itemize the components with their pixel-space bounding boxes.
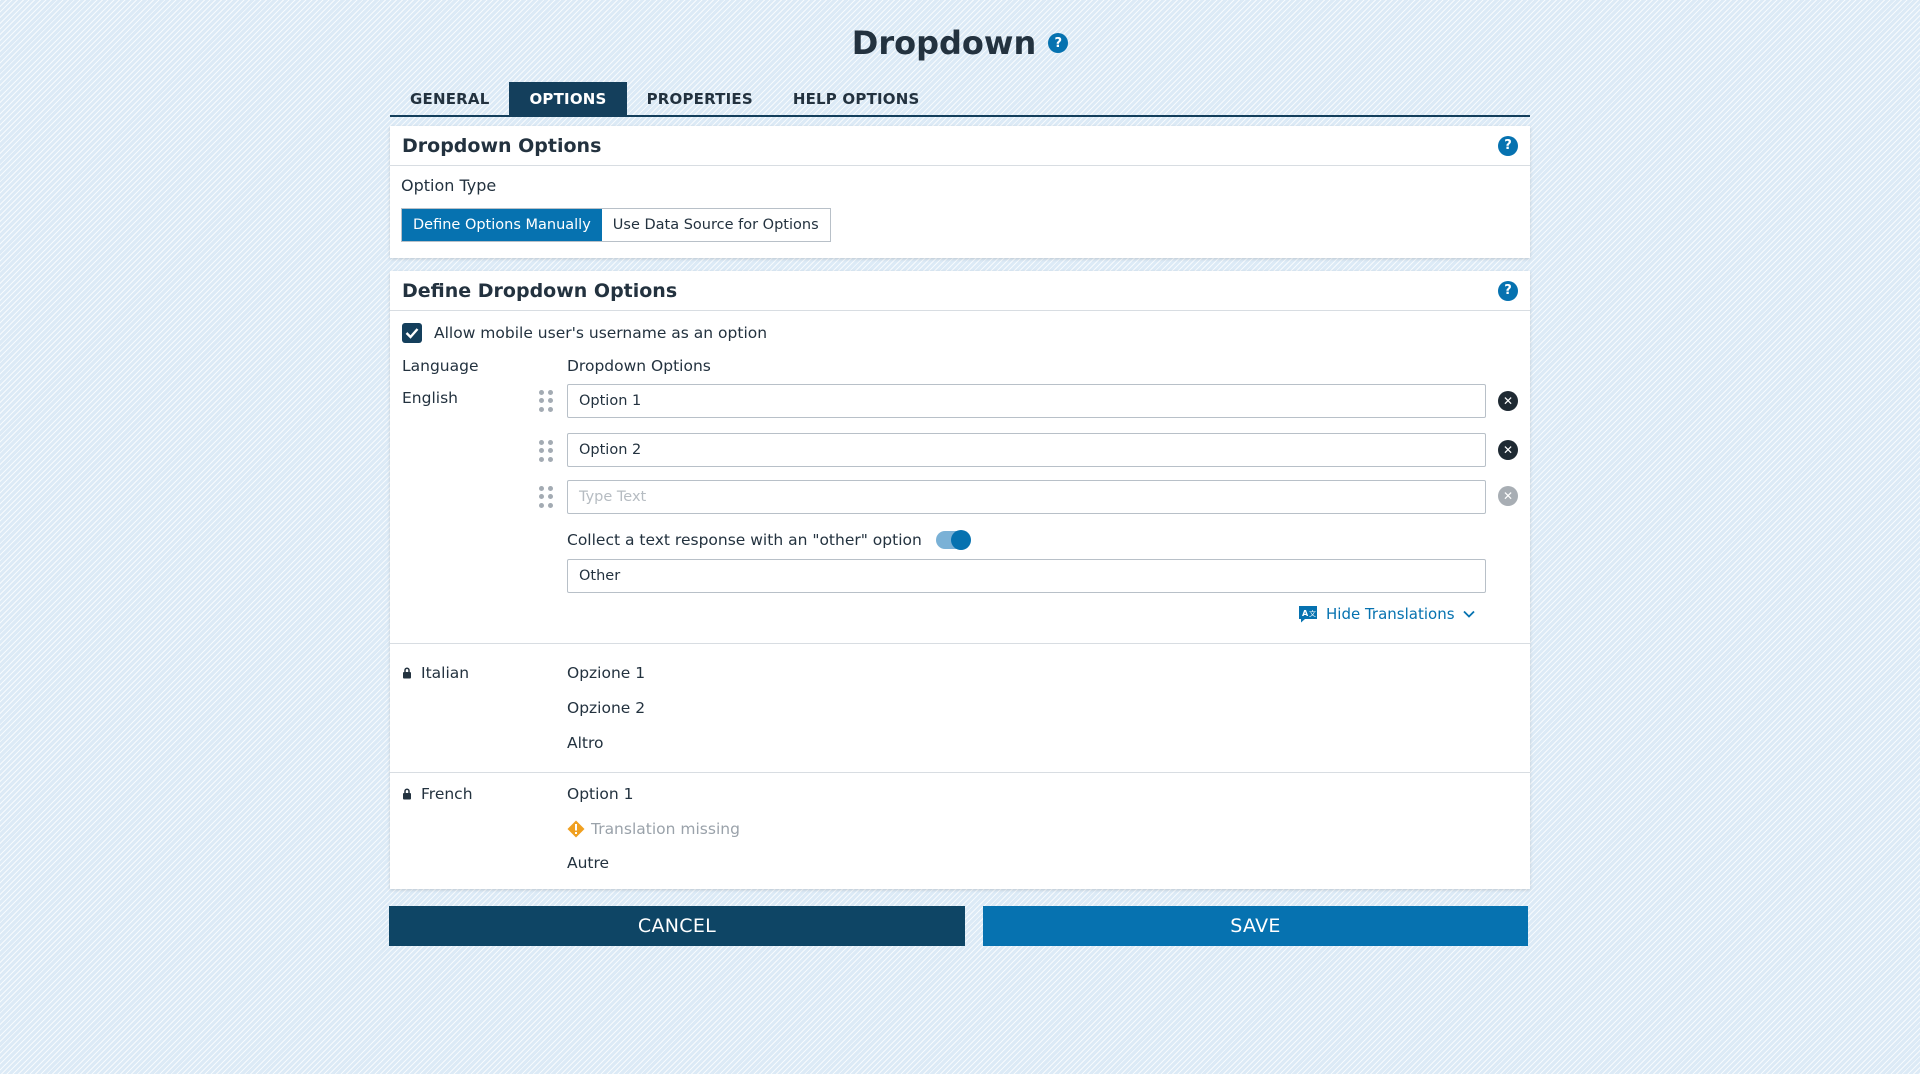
italian-label: Italian (421, 664, 470, 682)
close-icon[interactable]: ✕ (1498, 440, 1518, 460)
cancel-button[interactable]: CANCEL (389, 906, 965, 946)
translate-icon: A文 (1299, 606, 1317, 623)
help-icon[interactable]: ? (1048, 33, 1069, 53)
drag-handle-icon[interactable] (539, 486, 553, 508)
other-option-row: Collect a text response with an "other" … (567, 530, 971, 550)
language-header: Language (402, 357, 479, 375)
other-toggle-label: Collect a text response with an "other" … (567, 531, 922, 549)
card-header: Define Dropdown Options ? (390, 271, 1530, 311)
italian-option-other: Altro (567, 734, 604, 752)
data-source-button[interactable]: Use Data Source for Options (601, 209, 830, 241)
page-title: Dropdown (851, 24, 1037, 62)
save-button[interactable]: SAVE (983, 906, 1528, 946)
other-option-input[interactable]: Other (567, 559, 1486, 593)
close-icon: ✕ (1498, 486, 1518, 506)
language-english: English (402, 389, 458, 407)
french-translation-missing: Translation missing (567, 820, 740, 838)
other-toggle[interactable] (935, 530, 971, 550)
drag-handle-icon[interactable] (539, 440, 553, 462)
chevron-down-icon (1462, 610, 1475, 618)
tab-bar: GENERAL OPTIONS PROPERTIES HELP OPTIONS (390, 82, 1530, 117)
svg-text:文: 文 (1309, 609, 1316, 618)
translation-missing-label: Translation missing (591, 820, 740, 838)
title-row: Dropdown ? (0, 24, 1920, 62)
option-type-selector: Define Options Manually Use Data Source … (401, 208, 831, 242)
drag-handle-icon[interactable] (539, 390, 553, 412)
french-option-1: Option 1 (567, 785, 634, 803)
language-italian: Italian (402, 664, 469, 682)
divider (390, 772, 1530, 773)
divider (390, 643, 1530, 644)
option-1-input[interactable]: Option 1 (567, 384, 1486, 418)
check-icon (405, 328, 419, 339)
define-manually-button[interactable]: Define Options Manually (402, 209, 602, 241)
options-header: Dropdown Options (567, 357, 711, 375)
italian-option-1: Opzione 1 (567, 664, 646, 682)
help-icon[interactable]: ? (1498, 135, 1518, 156)
card-header: Dropdown Options ? (390, 126, 1530, 166)
tab-general[interactable]: GENERAL (390, 82, 509, 115)
tab-options[interactable]: OPTIONS (509, 82, 627, 115)
close-icon[interactable]: ✕ (1498, 391, 1518, 411)
allow-username-row: Allow mobile user's username as an optio… (402, 323, 767, 343)
french-option-other: Autre (567, 854, 610, 872)
allow-username-checkbox[interactable] (402, 323, 422, 343)
hide-translations-label: Hide Translations (1326, 605, 1455, 623)
lock-icon (403, 788, 411, 800)
svg-text:A: A (1302, 609, 1309, 618)
toggle-knob (950, 530, 971, 550)
card-title: Dropdown Options (402, 134, 602, 157)
option-2-input[interactable]: Option 2 (567, 433, 1486, 467)
page: Dropdown ? GENERAL OPTIONS PROPERTIES HE… (0, 0, 1920, 1074)
new-option-input[interactable]: Type Text (567, 480, 1486, 514)
allow-username-label: Allow mobile user's username as an optio… (434, 324, 768, 342)
language-french: French (402, 785, 473, 803)
italian-option-2: Opzione 2 (567, 699, 646, 717)
warning-icon (567, 820, 585, 838)
hide-translations-link[interactable]: A文 Hide Translations (1298, 605, 1475, 623)
tab-help-options[interactable]: HELP OPTIONS (773, 82, 940, 115)
card-title: Define Dropdown Options (402, 279, 678, 302)
option-type-label: Option Type (401, 176, 497, 195)
french-label: French (421, 785, 473, 803)
lock-icon (403, 667, 411, 679)
help-icon[interactable]: ? (1498, 280, 1518, 301)
tab-properties[interactable]: PROPERTIES (627, 82, 773, 115)
